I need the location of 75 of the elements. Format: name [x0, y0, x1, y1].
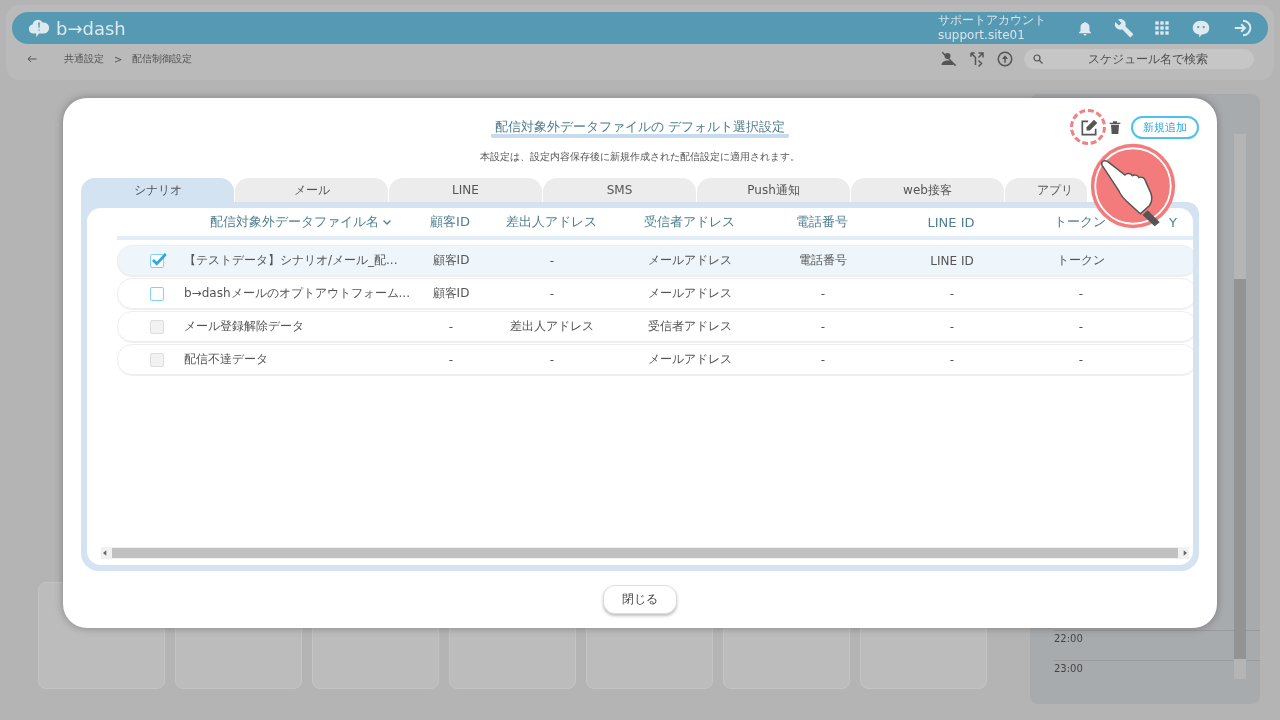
- table-cell-text: 電話番号: [798, 252, 848, 269]
- tab[interactable]: メール: [235, 178, 388, 202]
- bell-icon[interactable]: [1076, 19, 1094, 37]
- table-cell-text: -: [548, 253, 556, 268]
- column-header: 顧客ID: [429, 213, 471, 231]
- tab[interactable]: LINE: [389, 178, 542, 202]
- scroll-left-icon[interactable]: [101, 549, 109, 557]
- table-cell-text: -: [819, 319, 827, 334]
- scrollbar[interactable]: [1234, 134, 1246, 679]
- column-header: 差出人アドレス: [504, 213, 598, 231]
- table-cell-text: 配信不達データ: [184, 351, 269, 368]
- account-id: support.site01: [938, 28, 1026, 43]
- table-cell-text: -: [819, 352, 827, 367]
- scroll-right-icon[interactable]: [1181, 549, 1189, 557]
- table-row[interactable]: 【テストデータ】シナリオ/メール_配... 顧客ID - メールアドレス 電話番号 LINE ID トークン: [117, 245, 1193, 276]
- trash-icon[interactable]: [1107, 119, 1123, 136]
- logo-text: b→dash: [56, 17, 126, 39]
- column-header: LINE ID: [926, 214, 976, 230]
- table-cell-text: -: [447, 352, 455, 367]
- time-label: 23:00: [1054, 660, 1260, 674]
- column-header: 受信者アドレス: [642, 213, 736, 231]
- search-icon: [1032, 53, 1044, 65]
- table-cell-text: メールアドレス: [647, 351, 733, 368]
- account-name: サポートアカウント: [938, 13, 1046, 28]
- table-cell-text: 受信者アドレス: [647, 318, 733, 335]
- edit-icon[interactable]: [1079, 117, 1099, 138]
- cloud-logo-icon: [26, 17, 52, 39]
- table-cell-text: -: [1077, 319, 1085, 334]
- upload-circle-icon[interactable]: [996, 50, 1014, 68]
- horizontal-scrollbar[interactable]: [101, 547, 1189, 559]
- table-cell-text: 顧客ID: [431, 252, 471, 269]
- column-header: トークン: [1053, 213, 1107, 231]
- table-cell-text: メール登録解除データ: [184, 318, 305, 335]
- table-cell-text: メールアドレス: [647, 252, 733, 269]
- table-cell-text: -: [948, 286, 956, 301]
- dialog-subtitle: 本設定は、設定内容保存後に新規作成された配信設定に適用されます。: [480, 150, 800, 164]
- table-cell-text: LINE ID: [929, 253, 975, 268]
- column-header[interactable]: 配信対象外データファイル名: [209, 213, 379, 231]
- table-cell-text: -: [1077, 286, 1085, 301]
- tab[interactable]: SMS: [543, 178, 696, 202]
- tab[interactable]: シナリオ: [81, 178, 234, 202]
- breadcrumb-separator: >: [114, 53, 123, 65]
- tab[interactable]: アプリ: [1005, 178, 1087, 202]
- breadcrumb-item[interactable]: 配信制御設定: [132, 52, 193, 66]
- table-cell-text: 【テストデータ】シナリオ/メール_配...: [184, 252, 399, 269]
- dialog-title: 配信対象外データファイルの デフォルト選択設定: [490, 118, 790, 138]
- close-button[interactable]: 閉じる: [603, 585, 677, 614]
- checkbox[interactable]: [150, 286, 164, 301]
- tab[interactable]: web接客: [851, 178, 1004, 202]
- table-cell-text: トークン: [1056, 252, 1106, 269]
- table-cell-text: -: [1077, 352, 1085, 367]
- table-cell-text: -: [447, 319, 455, 334]
- table-cell-text: b→dashメールのオプトアウトフォーム...: [184, 285, 411, 302]
- time-label: 22:00: [1054, 630, 1260, 644]
- table-cell-text: 差出人アドレス: [509, 318, 595, 335]
- tab[interactable]: Push通知: [697, 178, 850, 202]
- table-cell-text: -: [548, 352, 556, 367]
- logout-icon[interactable]: [1232, 17, 1254, 39]
- table-cell-text: -: [819, 286, 827, 301]
- back-arrow-icon[interactable]: [26, 53, 38, 65]
- grid-icon[interactable]: [1154, 20, 1170, 36]
- highlight-ring: [1070, 108, 1106, 145]
- table-cell-text: 顧客ID: [431, 285, 471, 302]
- table-cell-text: -: [548, 286, 556, 301]
- table-cell-text: -: [948, 352, 956, 367]
- breadcrumb-item[interactable]: 共通設定: [64, 52, 104, 66]
- checkbox[interactable]: [150, 253, 164, 268]
- column-header: 電話番号: [795, 213, 849, 231]
- split-arrows-icon[interactable]: [968, 50, 986, 68]
- search-field[interactable]: スケジュール名で検索: [1024, 49, 1254, 69]
- table-cell-text: -: [948, 319, 956, 334]
- wrench-icon[interactable]: [1114, 18, 1134, 38]
- table-cell-text: メールアドレス: [647, 285, 733, 302]
- person-off-icon[interactable]: [940, 50, 958, 68]
- column-header: Y: [1168, 214, 1178, 230]
